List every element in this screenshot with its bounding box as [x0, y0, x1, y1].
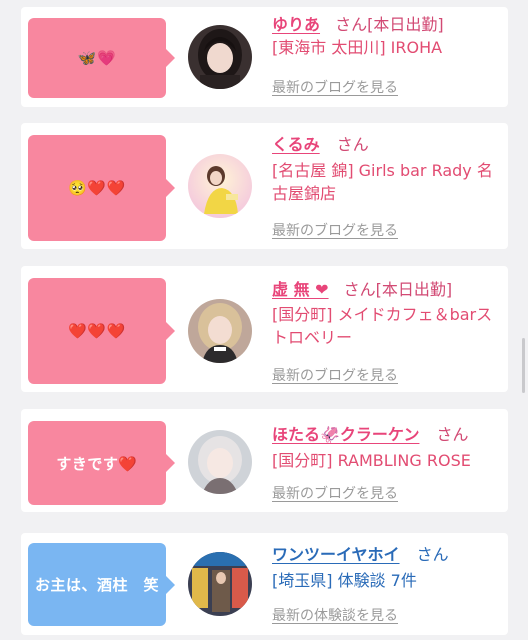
profile-info: ほたる🦑クラーケン さん [国分町] RAMBLING ROSE [272, 423, 502, 472]
name-line: ゆりあ さん[本日出勤] [272, 13, 502, 36]
name-line: ワンツーイヤホイ さん [272, 543, 502, 566]
message-bubble: ❤️❤️❤️ [28, 278, 175, 384]
latest-blog-link[interactable]: 最新のブログを見る [272, 365, 398, 385]
profile-name-link[interactable]: ほたる🦑クラーケン [272, 425, 419, 444]
latest-blog-link[interactable]: 最新のブログを見る [272, 483, 398, 503]
honorific: さん [336, 135, 369, 154]
honorific-status: さん[本日出勤] [335, 15, 444, 34]
latest-blog-link[interactable]: 最新のブログを見る [272, 220, 398, 240]
profile-info: くるみ さん [名古屋 錦] Girls bar Rady 名古屋錦店 [272, 133, 502, 205]
shop-location: [東海市 太田川] IROHA [272, 38, 443, 57]
honorific-status: さん[本日出勤] [343, 280, 453, 299]
avatar[interactable] [188, 154, 252, 218]
shop-location: [国分町] RAMBLING ROSE [272, 451, 471, 470]
message-bubble: すきです❤️ [28, 421, 175, 505]
shop-location: [名古屋 錦] Girls bar Rady 名古屋錦店 [272, 161, 493, 203]
profile-card[interactable]: お主は、酒柱 笑 ワンツーイヤホイ さん [埼玉県] 体験談 7件 最新の体験談… [21, 533, 508, 635]
shop-location: [国分町] メイドカフェ＆barストロベリー [272, 305, 493, 347]
profile-card[interactable]: すきです❤️ ほたる🦑クラーケン さん [国分町] RAMBLING ROSE … [21, 409, 508, 512]
name-line: ほたる🦑クラーケン さん [272, 423, 502, 446]
profile-name-link[interactable]: ワンツーイヤホイ [272, 545, 400, 564]
avatar[interactable] [188, 25, 252, 89]
latest-blog-link[interactable]: 最新のブログを見る [272, 77, 398, 97]
name-line: くるみ さん [272, 133, 502, 156]
profile-card[interactable]: 🦋💗 ゆりあ さん[本日出勤] [東海市 太田川] IROHA 最新のブログを見… [21, 7, 508, 107]
latest-review-link[interactable]: 最新の体験談を見る [272, 605, 398, 625]
profile-name-link[interactable]: 虚 無 ❤ [272, 280, 329, 299]
profile-info: ゆりあ さん[本日出勤] [東海市 太田川] IROHA [272, 13, 502, 59]
profile-info: 虚 無 ❤ さん[本日出勤] [国分町] メイドカフェ＆barストロベリー [272, 278, 502, 349]
profile-name-link[interactable]: ゆりあ [272, 15, 320, 34]
scrollbar[interactable] [522, 338, 525, 393]
avatar[interactable] [188, 552, 252, 616]
honorific: さん [436, 425, 469, 444]
profile-info: ワンツーイヤホイ さん [埼玉県] 体験談 7件 [272, 543, 502, 592]
profile-name-link[interactable]: くるみ [272, 135, 320, 154]
avatar[interactable] [188, 430, 252, 494]
message-bubble: 🥺❤️❤️ [28, 135, 175, 241]
avatar[interactable] [188, 299, 252, 363]
message-bubble: 🦋💗 [28, 18, 175, 98]
profile-card[interactable]: ❤️❤️❤️ 虚 無 ❤ さん[本日出勤] [国分町] メイドカフェ＆barスト… [21, 266, 508, 392]
review-location: [埼玉県] 体験談 7件 [272, 571, 417, 590]
profile-card[interactable]: 🥺❤️❤️ くるみ さん [名古屋 錦] Girls bar Rady 名古屋錦… [21, 123, 508, 249]
name-line: 虚 無 ❤ さん[本日出勤] [272, 278, 502, 301]
message-bubble: お主は、酒柱 笑 [28, 543, 175, 626]
honorific: さん [416, 545, 449, 564]
